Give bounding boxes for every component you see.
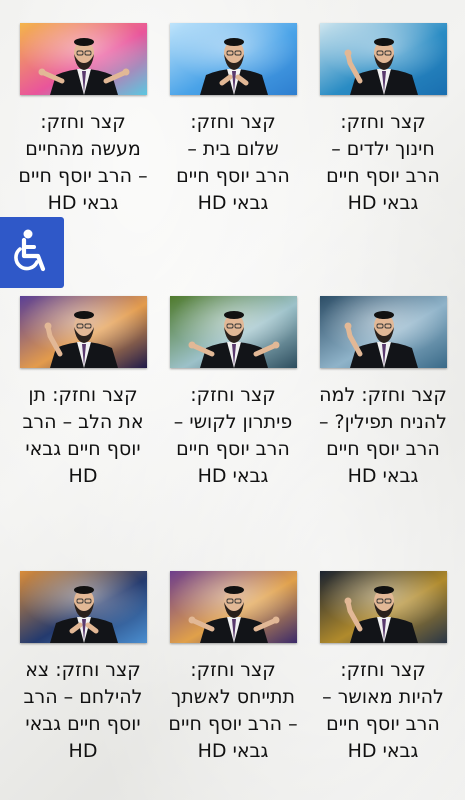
video-thumbnail[interactable] [20,23,147,95]
video-thumbnail[interactable] [170,23,297,95]
video-grid: קצר וחזק: חינוך ילדים – הרב יוסף חיים גב… [0,0,465,800]
video-thumbnail[interactable] [20,296,147,368]
video-title[interactable]: קצר וחזק: פיתרון לקושי – הרב יוסף חיים ג… [168,382,298,490]
video-title[interactable]: קצר וחזק: להיות מאושר – הרב יוסף חיים גב… [318,657,448,765]
video-thumbnail[interactable] [320,23,447,95]
video-thumbnail[interactable] [320,571,447,643]
accessibility-button[interactable] [0,217,64,288]
video-thumbnail[interactable] [20,571,147,643]
wheelchair-icon [14,229,46,272]
video-title[interactable]: קצר וחזק: מעשה מהחיים – הרב יוסף חיים גב… [18,109,148,217]
video-thumbnail[interactable] [320,296,447,368]
video-thumbnail[interactable] [170,296,297,368]
video-title[interactable]: קצר וחזק: שלום בית – הרב יוסף חיים גבאי … [168,109,298,217]
video-title[interactable]: קצר וחזק: למה להניח תפילין? – הרב יוסף ח… [318,382,448,490]
video-title[interactable]: קצר וחזק: תן את הלב – הרב יוסף חיים גבאי… [18,382,148,490]
video-title[interactable]: קצר וחזק: צא להילחם – הרב יוסף חיים גבאי… [18,657,148,765]
video-title[interactable]: קצר וחזק: תתייחס לאשתך – הרב יוסף חיים ג… [168,657,298,765]
video-thumbnail[interactable] [170,571,297,643]
video-title[interactable]: קצר וחזק: חינוך ילדים – הרב יוסף חיים גב… [318,109,448,217]
